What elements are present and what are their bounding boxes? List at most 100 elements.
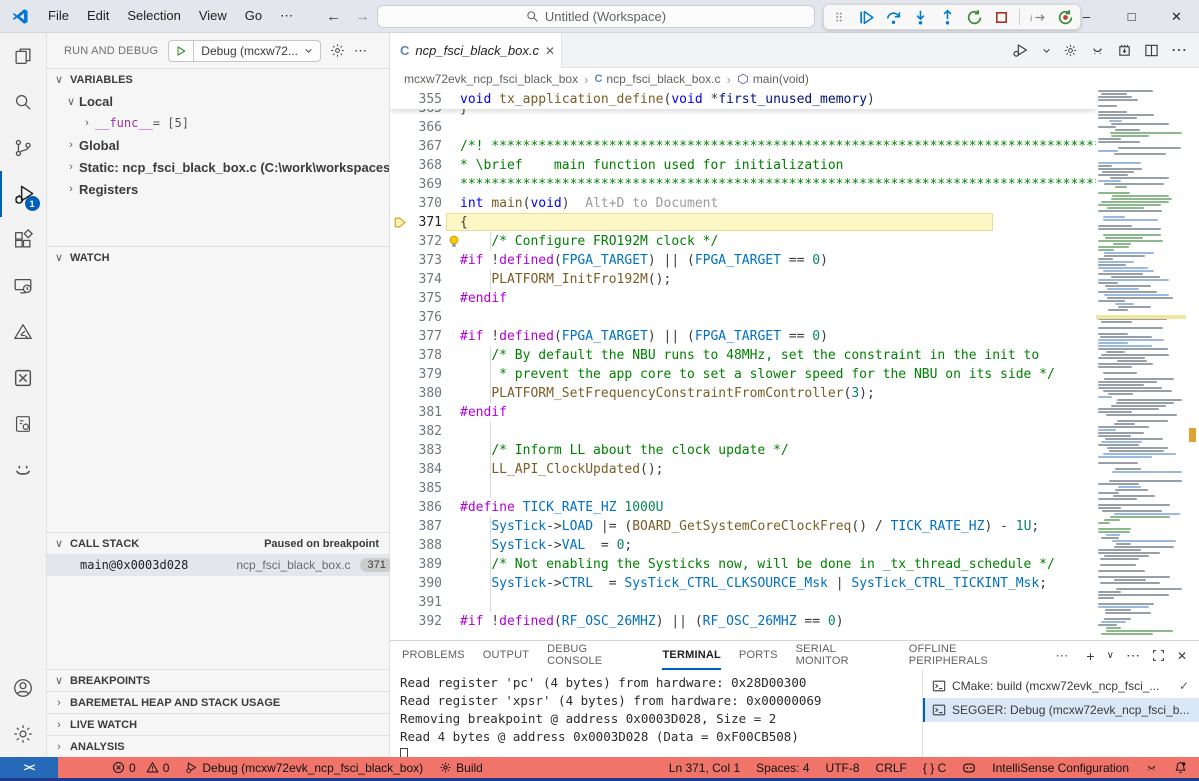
breadcrumb-file[interactable]: ncp_fsci_black_box.c — [606, 72, 720, 86]
close-button[interactable]: ✕ — [1154, 0, 1199, 33]
terminal-icon[interactable] — [932, 679, 946, 693]
sidebar-more-actions[interactable]: ⋯ — [354, 43, 367, 59]
variable-func[interactable]: ›__func__ = [5] — [47, 112, 389, 134]
activity-account-icon[interactable] — [0, 665, 47, 711]
panel-more-actions[interactable]: ⋯ — [1126, 647, 1140, 664]
panel-tab-output[interactable]: OUTPUT — [483, 641, 529, 670]
back-arrow-icon[interactable]: ← — [326, 8, 341, 25]
tab-ncp-fsci-black-box[interactable]: C ncp_fsci_black_box.c ✕ — [390, 33, 562, 68]
activity-project-config-icon[interactable] — [0, 401, 47, 447]
language-mode[interactable]: { } C — [923, 761, 946, 775]
new-terminal-button[interactable]: + — [1086, 648, 1094, 664]
section-baremetal-heap-and-stack-usage[interactable]: ›BAREMETAL HEAP AND STACK USAGE — [47, 691, 389, 713]
feedback-smiley-icon[interactable] — [1145, 761, 1158, 774]
sticky-scroll-line[interactable]: 355void tx_application_define(void *firs… — [390, 90, 1096, 109]
run-dropdown-chevron[interactable] — [1042, 46, 1051, 55]
activity-source-control-icon[interactable] — [0, 125, 47, 171]
step-instruction-icon[interactable]: i — [1029, 8, 1047, 26]
activity-app-hub-icon[interactable] — [0, 447, 47, 493]
menu-view[interactable]: View — [190, 4, 236, 28]
debug-settings-gear-icon[interactable] — [330, 43, 345, 58]
menu-edit[interactable]: Edit — [78, 4, 118, 28]
debug-stop-icon[interactable] — [992, 8, 1010, 26]
intellisense-config[interactable]: IntelliSense Configuration — [992, 761, 1129, 775]
encoding[interactable]: UTF-8 — [826, 761, 860, 775]
menu-selection[interactable]: Selection — [118, 4, 189, 28]
problems-status[interactable]: 0 0 — [112, 761, 169, 775]
editor-settings-icon[interactable] — [1063, 43, 1078, 58]
code-viewport[interactable]: 355void tx_application_define(void *firs… — [390, 90, 1199, 640]
copilot-icon[interactable] — [962, 761, 976, 775]
menu-⋯[interactable]: ⋯ — [271, 4, 302, 28]
breadcrumb-symbol[interactable]: main(void) — [753, 72, 809, 86]
activity-mcuxpresso-icon[interactable] — [0, 355, 47, 401]
panel-tab-problems[interactable]: PROBLEMS — [402, 641, 465, 670]
debug-restart-icon[interactable] — [965, 8, 983, 26]
split-editor-icon[interactable] — [1144, 43, 1159, 58]
terminal-item[interactable]: SEGGER: Debug (mcxw72evk_ncp_fsci_b... — [923, 698, 1199, 722]
activity-extensions-icon[interactable] — [0, 217, 47, 263]
code-line-382: 382 — [390, 422, 1096, 441]
debug-continue-icon[interactable] — [857, 8, 875, 26]
cursor-position[interactable]: Ln 371, Col 1 — [669, 761, 740, 775]
debug-run-button[interactable] — [1012, 42, 1030, 58]
panel-tabs-overflow[interactable]: ⋯ — [1055, 648, 1068, 664]
eol-sequence[interactable]: CRLF — [876, 761, 907, 775]
watch-section-header[interactable]: ∨WATCH — [47, 246, 389, 268]
terminal-profile-chevron[interactable]: ∨ — [1107, 650, 1114, 661]
debug-status[interactable]: Debug (mcxw72evk_ncp_fsci_black_box) — [185, 761, 423, 775]
build-status[interactable]: Build — [439, 761, 483, 775]
flash-program-icon[interactable] — [1117, 43, 1132, 58]
section-breakpoints[interactable]: ∨BREAKPOINTS — [47, 669, 389, 691]
minimap[interactable] — [1096, 90, 1186, 640]
panel-tab-serial-monitor[interactable]: SERIAL MONITOR — [796, 641, 891, 670]
code-line-387: 387 SysTick->LOAD |= (BOARD_GetSystemCor… — [390, 517, 1096, 536]
section-live-watch[interactable]: ›LIVE WATCH — [47, 713, 389, 735]
tab-close-icon[interactable]: ✕ — [545, 44, 555, 58]
terminal-icon[interactable] — [932, 703, 946, 717]
menu-go[interactable]: Go — [236, 4, 271, 28]
call-stack-section-header[interactable]: ∨CALL STACK Paused on breakpoint — [47, 532, 389, 554]
activity-search-icon[interactable] — [0, 79, 47, 125]
variables-local-scope[interactable]: ∨Local — [47, 90, 389, 112]
remote-indicator[interactable]: >< — [0, 757, 58, 778]
debug-step-out-icon[interactable] — [938, 8, 956, 26]
activity-analysis-icon[interactable] — [0, 309, 47, 355]
debug-step-into-icon[interactable] — [911, 8, 929, 26]
panel-tab-terminal[interactable]: TERMINAL — [662, 641, 720, 670]
feedback-icon[interactable] — [1090, 43, 1105, 58]
section-analysis[interactable]: ›ANALYSIS — [47, 735, 389, 757]
chevron-down-icon — [304, 46, 313, 55]
variables-global-scope[interactable]: ›Global — [47, 134, 389, 156]
forward-arrow-icon[interactable]: → — [355, 8, 370, 25]
notifications-bell-icon[interactable] — [1174, 761, 1187, 774]
terminal-item[interactable]: CMake: build (mcxw72evk_ncp_fsci_...✓ — [923, 674, 1199, 698]
panel-tab-debug-console[interactable]: DEBUG CONSOLE — [547, 641, 644, 670]
gripper-icon[interactable] — [830, 8, 848, 26]
debug-config-dropdown[interactable]: Debug (mcxw72... — [194, 44, 320, 58]
variables-section-header[interactable]: ∨VARIABLES — [47, 68, 389, 90]
debug-step-over-icon[interactable] — [884, 8, 902, 26]
start-debug-button[interactable] — [169, 41, 194, 61]
activity-run-debug-icon[interactable]: 1 — [0, 171, 47, 217]
panel-maximize-icon[interactable] — [1152, 649, 1165, 662]
terminal-output[interactable]: Read register 'pc' (4 bytes) from hardwa… — [400, 674, 915, 762]
activity-files-icon[interactable] — [0, 33, 47, 79]
editor-scrollbar[interactable] — [1186, 90, 1199, 640]
panel-tab-offline-peripherals[interactable]: OFFLINE PERIPHERALS — [909, 641, 1038, 670]
editor-more-actions[interactable]: ⋯ — [1171, 40, 1187, 60]
activity-settings-gear-icon[interactable] — [0, 711, 47, 757]
panel-close-icon[interactable]: ✕ — [1177, 649, 1187, 663]
call-stack-frame-row[interactable]: main@0x0003d028 ncp_fsci_black_box.c 371 — [47, 554, 389, 576]
panel-tab-ports[interactable]: PORTS — [739, 641, 778, 670]
minimize-button[interactable]: – — [1064, 0, 1109, 33]
breadcrumb-project[interactable]: mcxw72evk_ncp_fsci_black_box — [404, 72, 578, 86]
variables-registers-scope[interactable]: ›Registers — [47, 178, 389, 200]
maximize-button[interactable]: □ — [1109, 0, 1154, 33]
command-center-search[interactable]: Untitled (Workspace) — [377, 5, 815, 28]
activity-remote-explorer-icon[interactable] — [0, 263, 47, 309]
menu-file[interactable]: File — [39, 4, 78, 28]
lightbulb-icon[interactable] — [448, 235, 460, 248]
indentation[interactable]: Spaces: 4 — [756, 761, 809, 775]
variables-static-scope[interactable]: ›Static: ncp_fsci_black_box.c (C:\work\w… — [47, 156, 389, 178]
